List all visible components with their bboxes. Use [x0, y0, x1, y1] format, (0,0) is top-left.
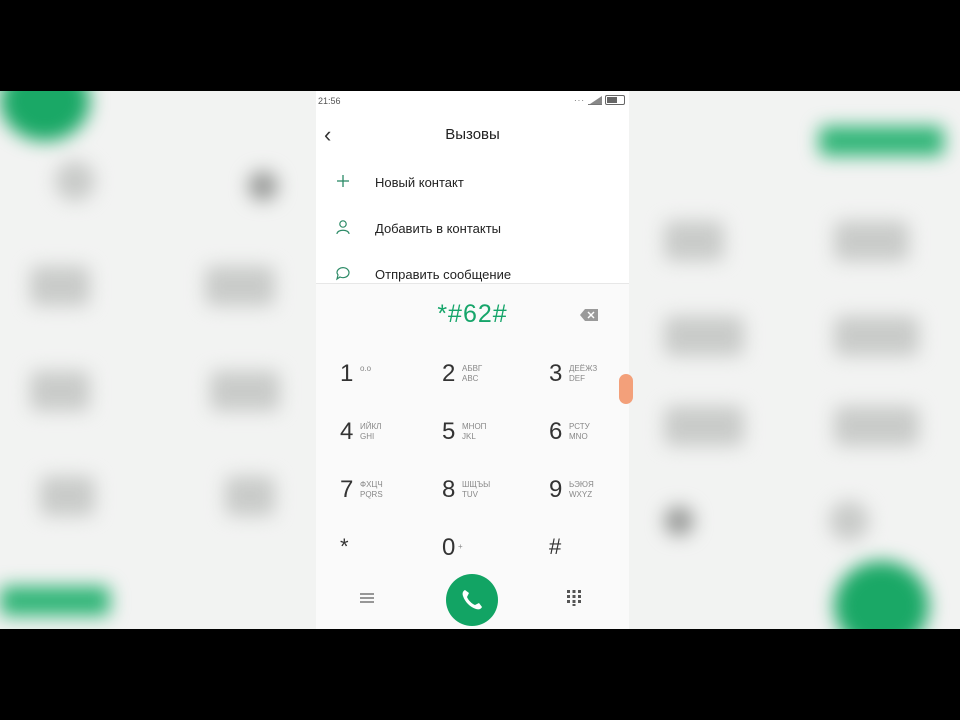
key-digit: 6	[549, 418, 563, 445]
backspace-icon[interactable]	[579, 308, 599, 322]
key-9[interactable]: 9 ЬЭЮЯ WXYZ	[539, 468, 629, 514]
key-0[interactable]: 0 +	[432, 526, 522, 572]
key-4[interactable]: 4 ИЙКЛ GHI	[330, 410, 420, 456]
letterbox-bottom	[0, 629, 960, 720]
page-title: Вызовы	[445, 126, 500, 143]
key-2[interactable]: 2 АБВГ ABC	[432, 352, 522, 398]
letterbox-top	[0, 0, 960, 91]
key-letters: МНОП JKL	[462, 422, 487, 441]
blurred-background-left	[0, 91, 316, 629]
menu-item-label: Новый контакт	[375, 175, 464, 190]
key-hash[interactable]: #	[539, 526, 629, 572]
phone-icon	[462, 590, 482, 610]
floating-assistant-bubble[interactable]	[619, 374, 633, 404]
key-digit: 3	[549, 360, 563, 387]
key-letters: ШЩЪЫ TUV	[462, 480, 491, 499]
person-icon	[336, 220, 350, 235]
status-time: 21:56	[318, 96, 341, 106]
key-letters: ЬЭЮЯ WXYZ	[569, 480, 594, 499]
key-digit: 1	[340, 360, 354, 387]
signal-icon	[588, 95, 602, 105]
key-digit: 9	[549, 476, 563, 503]
key-7[interactable]: 7 ФХЦЧ PQRS	[330, 468, 420, 514]
key-letters: ФХЦЧ PQRS	[360, 480, 383, 499]
key-letters: ИЙКЛ GHI	[360, 422, 382, 441]
key-8[interactable]: 8 ШЩЪЫ TUV	[432, 468, 522, 514]
menu-item-label: Отправить сообщение	[375, 267, 512, 282]
call-button[interactable]	[446, 574, 498, 626]
menu-item-add-to-contacts[interactable]: Добавить в контакты	[316, 208, 629, 248]
header: ‹ Вызовы	[316, 119, 629, 155]
key-digit: *	[340, 534, 349, 559]
key-1[interactable]: 1 o.o	[330, 352, 420, 398]
key-digit: 2	[442, 360, 456, 387]
menu-icon[interactable]	[360, 592, 374, 604]
phone-screen: 21:56 ··· ‹ Вызовы Новый контакт Добавит…	[316, 91, 629, 629]
plus-icon	[337, 175, 349, 187]
dialpad-panel: *#62# 1 o.o 2 АБВГ ABC 3 ДЕЁЖЗ DEF 4 ИЙКЛ G…	[316, 283, 629, 629]
key-digit: #	[549, 534, 562, 559]
blurred-background-right	[629, 91, 960, 629]
key-digit: 8	[442, 476, 456, 503]
key-star[interactable]: *	[330, 526, 420, 572]
dots-icon: ···	[574, 95, 585, 105]
battery-icon	[605, 95, 625, 105]
key-digit: 5	[442, 418, 456, 445]
menu-item-label: Добавить в контакты	[375, 221, 501, 236]
key-6[interactable]: 6 РСТУ MNO	[539, 410, 629, 456]
key-digit: 7	[340, 476, 354, 503]
key-letters: ДЕЁЖЗ DEF	[569, 364, 598, 383]
menu-item-new-contact[interactable]: Новый контакт	[316, 162, 629, 202]
key-3[interactable]: 3 ДЕЁЖЗ DEF	[539, 352, 629, 398]
key-letters: РСТУ MNO	[569, 422, 590, 441]
key-letters: АБВГ ABC	[462, 364, 483, 383]
key-digit: 0	[442, 534, 456, 561]
dialpad-toggle-icon[interactable]	[567, 590, 581, 606]
key-letters: o.o	[360, 364, 372, 373]
key-digit: 4	[340, 418, 354, 445]
bottom-nav	[316, 574, 629, 629]
key-5[interactable]: 5 МНОП JKL	[432, 410, 522, 456]
status-bar: 21:56 ···	[316, 91, 629, 111]
key-letters: +	[458, 542, 463, 551]
message-icon	[336, 267, 350, 281]
